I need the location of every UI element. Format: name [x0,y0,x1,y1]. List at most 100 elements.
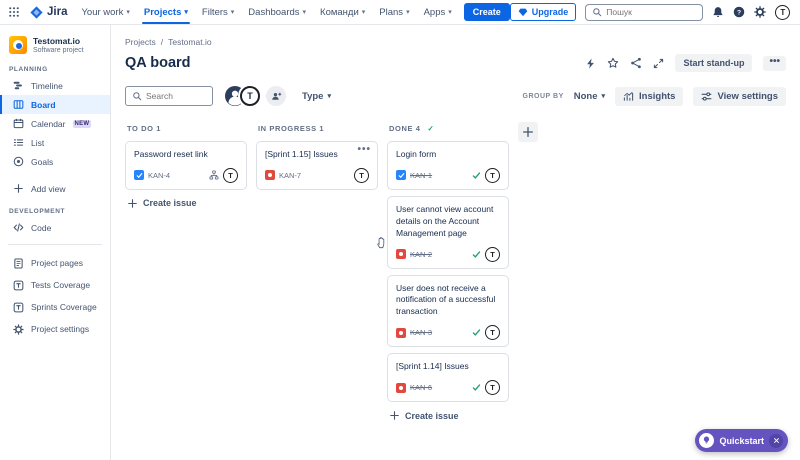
type-filter-dropdown[interactable]: Type ▾ [302,91,331,102]
settings-gear-icon[interactable] [754,6,766,18]
project-subtitle: Software project [33,47,84,54]
sidebar-item-calendar[interactable]: CalendarNEW [0,114,110,133]
card-title: User cannot view account details on the … [396,204,500,240]
user-avatar[interactable]: T [775,5,790,20]
sidebar-item-add-view[interactable]: Add view [0,179,110,198]
assignee-avatar-t[interactable]: T [240,86,260,106]
jira-logo[interactable]: Jira [30,6,67,19]
nav-item-apps[interactable]: Apps▾ [424,0,452,24]
sidebar-item-label: Calendar [31,119,66,129]
sidebar-item-project-pages[interactable]: Project pages [0,252,110,274]
board-icon [13,99,24,110]
topnav-items: Your work▾Projects▾Filters▾Dashboards▾Ко… [81,0,451,24]
timeline-icon [13,80,24,91]
create-issue-button[interactable]: Create issue [125,190,247,217]
app-switcher-icon[interactable] [8,6,20,18]
issue-card-kan-3[interactable]: User does not receive a notification of … [387,275,509,348]
jira-logo-icon [30,6,43,19]
help-icon[interactable]: ? [733,6,745,18]
sidebar-item-tests-coverage[interactable]: Tests Coverage [0,274,110,296]
card-more-icon[interactable]: ••• [357,147,371,152]
column-title: TO DO 1 [127,124,161,133]
view-settings-button[interactable]: View settings [693,87,786,106]
nav-item-label: Команди [320,7,359,18]
start-standup-button[interactable]: Start stand-up [675,54,752,72]
issue-card-kan-6[interactable]: [Sprint 1.14] IssuesKAN-6T [387,353,509,402]
automation-lightning-icon[interactable] [585,58,596,69]
insights-label: Insights [639,91,675,102]
card-assignee-avatar: T [223,168,238,183]
global-search[interactable] [585,4,703,21]
issue-card-kan-1[interactable]: Login formKAN-1T [387,141,509,190]
issue-key: KAN-7 [279,171,301,180]
sidebar-item-sprints-coverage[interactable]: Sprints Coverage [0,296,110,318]
done-check-icon [472,383,481,392]
add-column-button[interactable] [518,122,538,142]
chevron-down-icon: ▾ [327,92,331,100]
chevron-down-icon: ▾ [602,92,606,100]
add-people-icon[interactable] [266,86,286,106]
nav-item-label: Filters [202,7,228,18]
sidebar-item-project-settings[interactable]: Project settings [0,318,110,340]
board-more-button[interactable]: ••• [763,56,786,71]
sidebar-item-board[interactable]: Board [0,95,110,114]
issue-card-kan-4[interactable]: Password reset linkKAN-4T [125,141,247,190]
nav-item-dashboards[interactable]: Dashboards▾ [248,0,306,24]
sidebar-item-label: Sprints Coverage [31,302,97,312]
chevron-down-icon: ▾ [184,8,188,16]
settings-icon [13,324,24,335]
board-column-done: DONE 4✓Login formKAN-1TUser cannot view … [387,122,509,429]
sidebar-item-goals[interactable]: Goals [0,152,110,171]
sidebar-item-code[interactable]: Code [0,218,110,237]
sprints-coverage-icon [13,302,24,313]
group-by-dropdown[interactable]: None ▾ [574,91,605,102]
list-icon [13,137,24,148]
column-done-check-icon: ✓ [428,124,435,133]
nav-item-label: Your work [81,7,123,18]
subtask-icon [209,170,219,180]
create-issue-button[interactable]: Create issue [387,402,509,429]
board-search-input[interactable] [146,91,206,101]
issue-card-kan-7[interactable]: •••[Sprint 1.15] IssuesKAN-7T [256,141,378,190]
card-title: Login form [396,149,500,161]
project-header[interactable]: Testomat.io Software project [0,36,110,56]
sidebar-section-heading: PLANNING [0,56,110,76]
nav-item-plans[interactable]: Plans▾ [379,0,409,24]
breadcrumb-separator: / [161,37,163,47]
bug-type-icon [265,170,275,180]
nav-item-projects[interactable]: Projects▾ [144,0,188,24]
goals-icon [13,156,24,167]
nav-item-your-work[interactable]: Your work▾ [81,0,129,24]
board-main: Projects / Testomat.io QA board Start st [111,25,800,460]
board-search[interactable] [125,86,213,106]
share-icon[interactable] [630,57,642,69]
upgrade-button[interactable]: Upgrade [510,3,577,21]
svg-text:?: ? [737,9,741,16]
star-icon[interactable] [607,57,619,69]
chevron-down-icon: ▾ [448,8,452,16]
fullscreen-expand-icon[interactable] [653,58,664,69]
sidebar-item-timeline[interactable]: Timeline [0,76,110,95]
insights-chart-icon [623,91,634,102]
plus-icon [127,198,138,209]
breadcrumb-projects[interactable]: Projects [125,37,156,47]
create-button[interactable]: Create [464,3,510,21]
sidebar-item-label: Project settings [31,324,89,334]
close-icon[interactable] [769,434,783,448]
sidebar-item-label: Tests Coverage [31,280,90,290]
nav-item-label: Plans [379,7,403,18]
chevron-down-icon: ▾ [126,8,130,16]
upgrade-label: Upgrade [532,7,569,17]
nav-item-filters[interactable]: Filters▾ [202,0,234,24]
quickstart-button[interactable]: Quickstart [695,429,788,452]
nav-item-команди[interactable]: Команди▾ [320,0,365,24]
quickstart-label: Quickstart [719,436,764,446]
notifications-bell-icon[interactable] [712,6,724,18]
issue-card-kan-2[interactable]: User cannot view account details on the … [387,196,509,269]
sidebar-item-list[interactable]: List [0,133,110,152]
global-search-input[interactable] [606,7,696,17]
breadcrumb-project-name[interactable]: Testomat.io [168,37,211,47]
insights-button[interactable]: Insights [615,87,683,106]
sidebar-item-label: Timeline [31,81,63,91]
project-logo-icon [9,36,27,54]
